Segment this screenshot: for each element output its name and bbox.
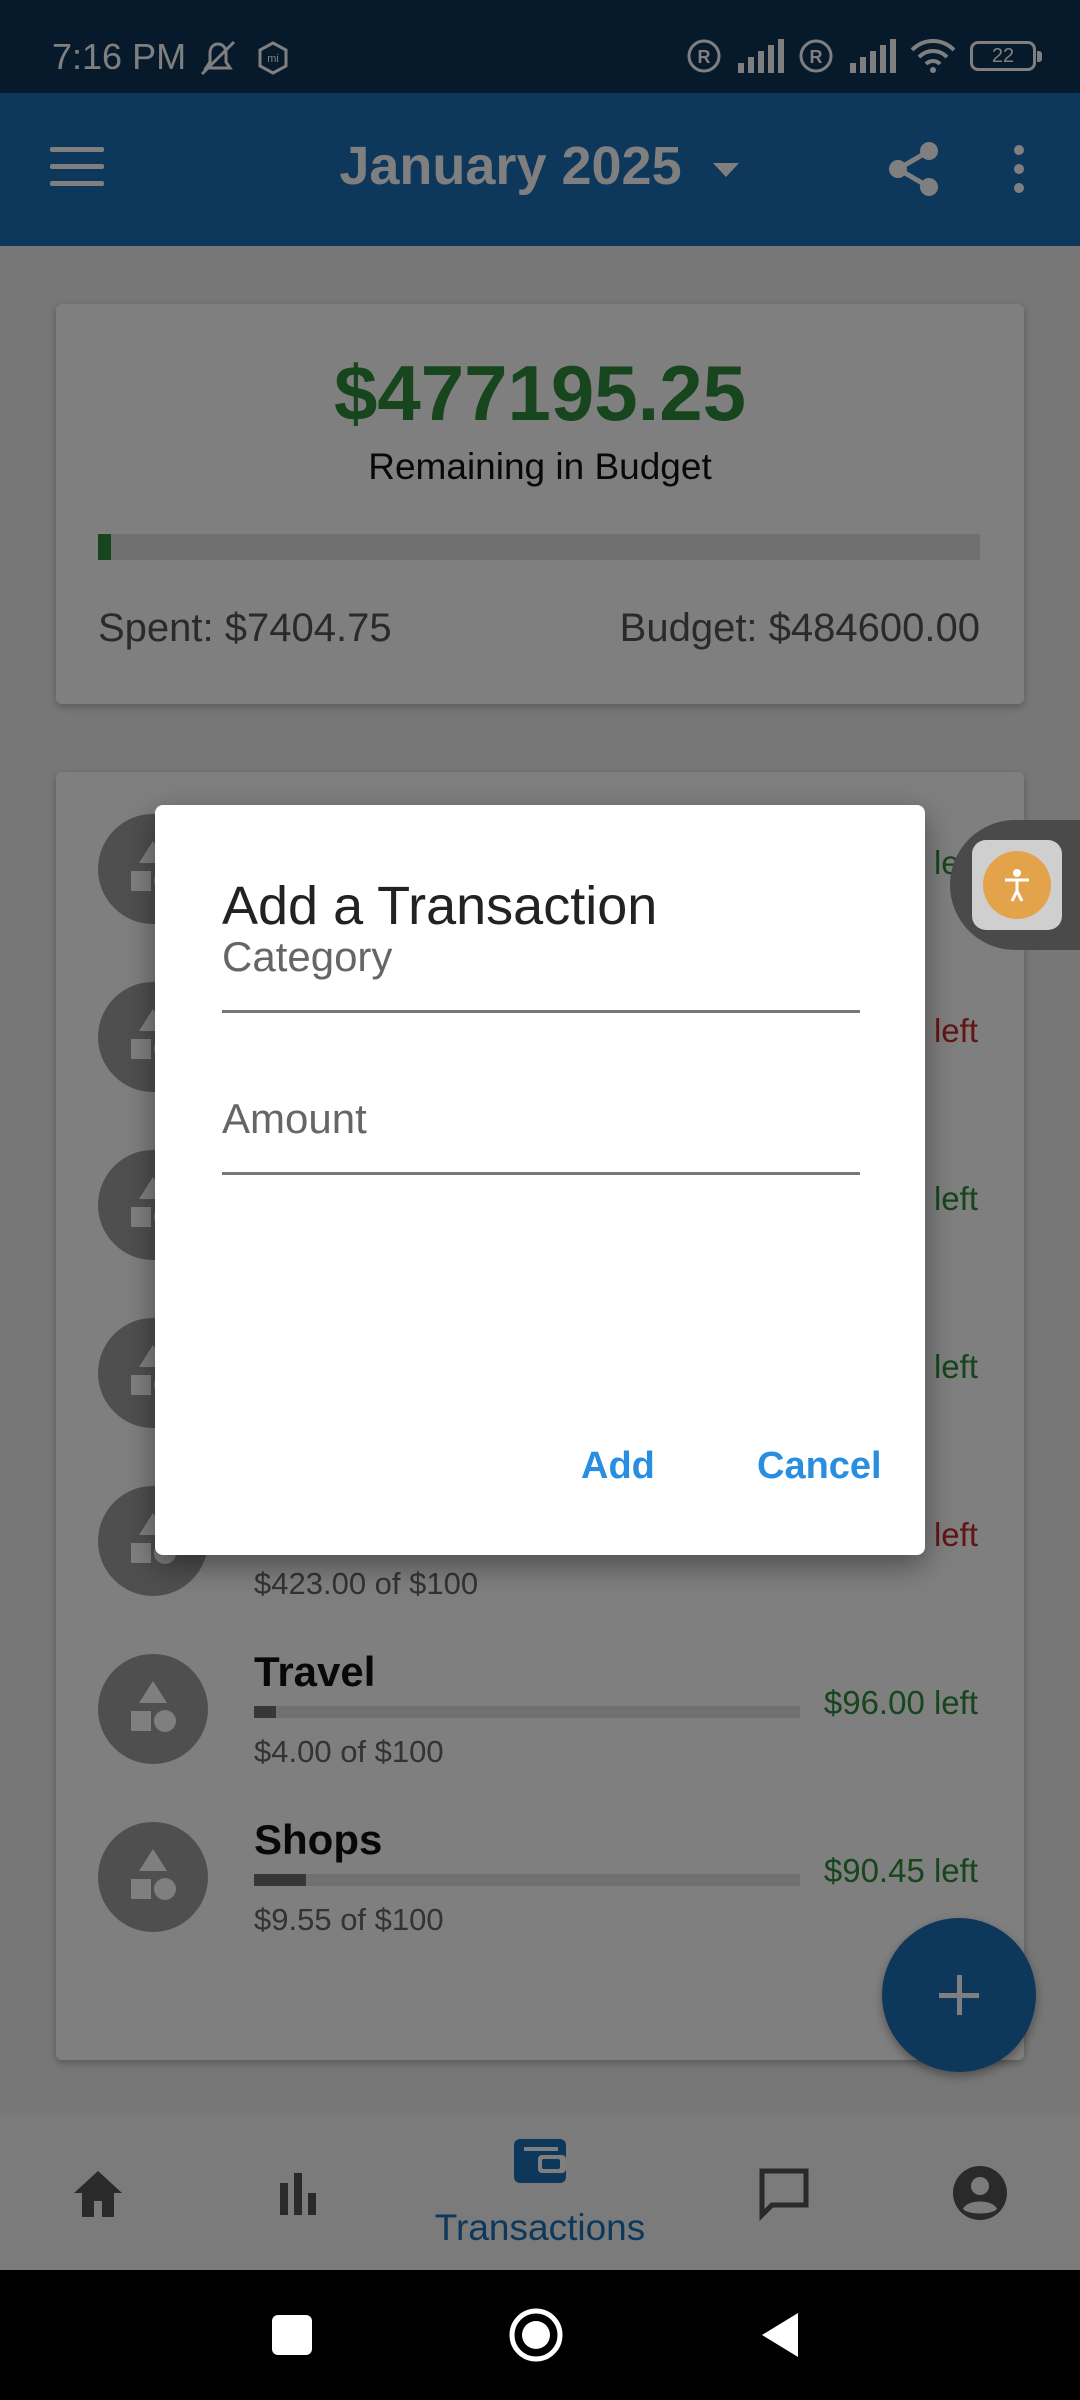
home-button-icon[interactable] xyxy=(508,2307,564,2363)
accessibility-icon xyxy=(1005,869,1029,902)
category-field[interactable] xyxy=(222,903,860,1013)
cancel-button[interactable]: Cancel xyxy=(757,1445,882,1488)
add-button[interactable]: Add xyxy=(581,1445,655,1488)
amount-input[interactable] xyxy=(222,1065,860,1172)
add-transaction-dialog: Add a Transaction Add Cancel xyxy=(155,805,925,1555)
accessibility-menu-button[interactable] xyxy=(950,820,1080,950)
recent-apps-icon[interactable] xyxy=(270,2313,314,2357)
system-navigation-bar xyxy=(0,2270,1080,2400)
category-input[interactable] xyxy=(222,903,860,1010)
back-icon[interactable] xyxy=(758,2311,802,2359)
amount-field[interactable] xyxy=(222,1065,860,1175)
